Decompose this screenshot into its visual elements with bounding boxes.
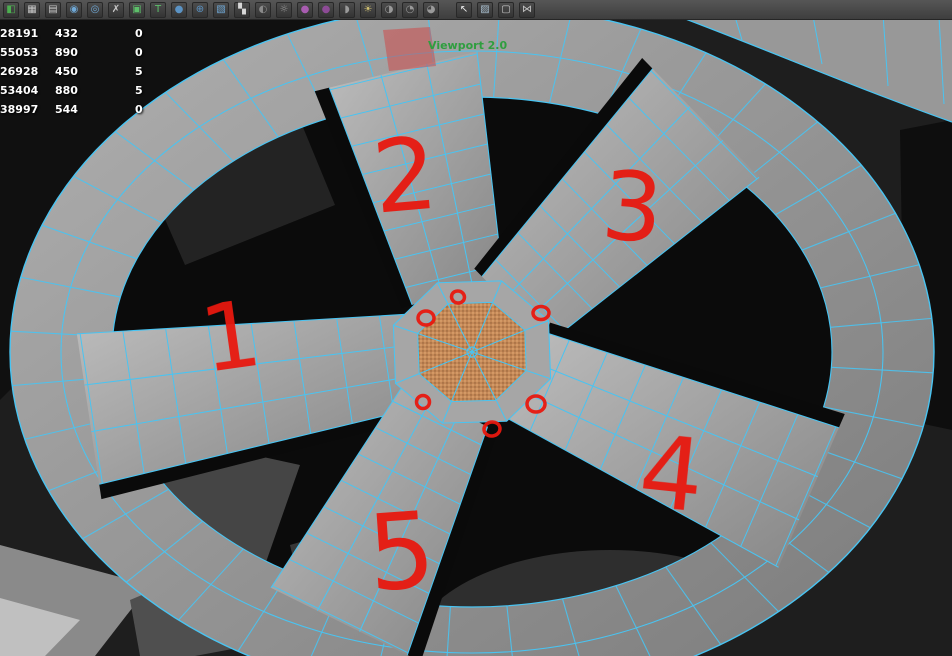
- shaded-mode-icon[interactable]: ●: [171, 1, 187, 18]
- checker-material-glyph: ▚: [238, 3, 246, 15]
- panel-toolbar: ◧ ▦ ▤ ◉ ◎ ✗ ▣ T ● ⊕ ▧ ▚ ◐ ☼ ● ● ◗ ☀ ◑ ◔ ◕ ↖ ▨ ▢ ⋈: [0, 0, 952, 20]
- depth-of-field-icon[interactable]: ◕: [423, 1, 439, 18]
- lighting-icon[interactable]: ☼: [276, 1, 292, 18]
- display-toggle-glyph: ◧: [6, 3, 16, 15]
- bulb-icon[interactable]: ☀: [360, 1, 376, 18]
- depth-of-field-glyph: ◕: [426, 3, 436, 15]
- safe-title-glyph: T: [154, 3, 162, 15]
- film-gate-icon[interactable]: ▤: [45, 1, 61, 18]
- xray-glyph: ▨: [480, 3, 490, 15]
- hud-value: 5: [135, 84, 143, 97]
- light-a-glyph: ●: [300, 3, 310, 15]
- hud-value: 450: [55, 65, 78, 78]
- wireframe-mode-glyph: ▧: [216, 3, 226, 15]
- wireframe-mode-icon[interactable]: ▧: [213, 1, 229, 18]
- safe-title-icon[interactable]: T: [150, 1, 166, 18]
- hud-value: 5: [135, 65, 143, 78]
- hud-row: 28191 432 0: [0, 24, 175, 43]
- field-chart-glyph: ✗: [111, 3, 121, 15]
- toolbar-separator: [444, 2, 451, 18]
- hud-value: 0: [135, 46, 143, 59]
- shaded-mode-glyph: ●: [174, 3, 184, 15]
- motion-blur-glyph: ◔: [405, 3, 415, 15]
- default-material-icon[interactable]: ◐: [255, 1, 271, 18]
- hud-value: 0: [135, 27, 143, 40]
- safe-action-glyph: ▣: [132, 3, 142, 15]
- motion-blur-icon[interactable]: ◔: [402, 1, 418, 18]
- resolution-gate-icon[interactable]: ◉: [66, 1, 82, 18]
- xray-icon[interactable]: ▨: [477, 1, 493, 18]
- lighting-glyph: ☼: [279, 3, 289, 15]
- hud-value: 55053: [0, 46, 39, 59]
- hud-value: 53404: [0, 84, 39, 97]
- default-material-glyph: ◐: [258, 3, 268, 15]
- film-gate-glyph: ▤: [48, 3, 58, 15]
- hud-value: 890: [55, 46, 78, 59]
- hud-row: 53404 880 5: [0, 81, 175, 100]
- shadows-icon[interactable]: ◗: [339, 1, 355, 18]
- hud-value: 28191: [0, 27, 39, 40]
- gate-mask-icon[interactable]: ◎: [87, 1, 103, 18]
- checker-material-icon[interactable]: ▚: [234, 1, 250, 18]
- hud-value: 0: [135, 103, 143, 116]
- annotation-digit-2: 2: [368, 115, 442, 237]
- annotation-digit-4: 4: [634, 412, 710, 535]
- grid-glyph: ▦: [27, 3, 37, 15]
- textured-mode-icon[interactable]: ⊕: [192, 1, 208, 18]
- resolution-gate-glyph: ◉: [69, 3, 79, 15]
- renderer-label: Viewport 2.0: [428, 39, 507, 52]
- ambient-occlusion-icon[interactable]: ◑: [381, 1, 397, 18]
- light-b-icon[interactable]: ●: [318, 1, 334, 18]
- annotation-digit-3: 3: [598, 151, 666, 265]
- safe-action-icon[interactable]: ▣: [129, 1, 145, 18]
- select-cursor-icon[interactable]: ↖: [456, 1, 472, 18]
- light-b-glyph: ●: [321, 3, 331, 15]
- frame-selected-icon[interactable]: ▢: [498, 1, 514, 18]
- hud-value: 880: [55, 84, 78, 97]
- field-chart-icon[interactable]: ✗: [108, 1, 124, 18]
- select-cursor-glyph: ↖: [459, 3, 469, 15]
- hud-value: 544: [55, 103, 78, 116]
- ambient-occlusion-glyph: ◑: [384, 3, 394, 15]
- shadows-glyph: ◗: [344, 3, 350, 15]
- display-toggle-icon[interactable]: ◧: [3, 1, 19, 18]
- hud-value: 38997: [0, 103, 39, 116]
- hud-value: 432: [55, 27, 78, 40]
- hud-stats: 28191 432 0 55053 890 0 26928 450 5 53404 880 5 3899…: [0, 24, 175, 119]
- node-connections-glyph: ⋈: [522, 3, 532, 15]
- frame-selected-glyph: ▢: [501, 3, 511, 15]
- light-a-icon[interactable]: ●: [297, 1, 313, 18]
- gate-mask-glyph: ◎: [90, 3, 100, 15]
- hud-row: 26928 450 5: [0, 62, 175, 81]
- hud-value: 26928: [0, 65, 39, 78]
- hud-row: 38997 544 0: [0, 100, 175, 119]
- grid-icon[interactable]: ▦: [24, 1, 40, 18]
- hud-row: 55053 890 0: [0, 43, 175, 62]
- textured-mode-glyph: ⊕: [195, 3, 205, 15]
- bulb-glyph: ☀: [363, 3, 373, 15]
- node-connections-icon[interactable]: ⋈: [519, 1, 535, 18]
- annotation-digit-5: 5: [364, 489, 439, 615]
